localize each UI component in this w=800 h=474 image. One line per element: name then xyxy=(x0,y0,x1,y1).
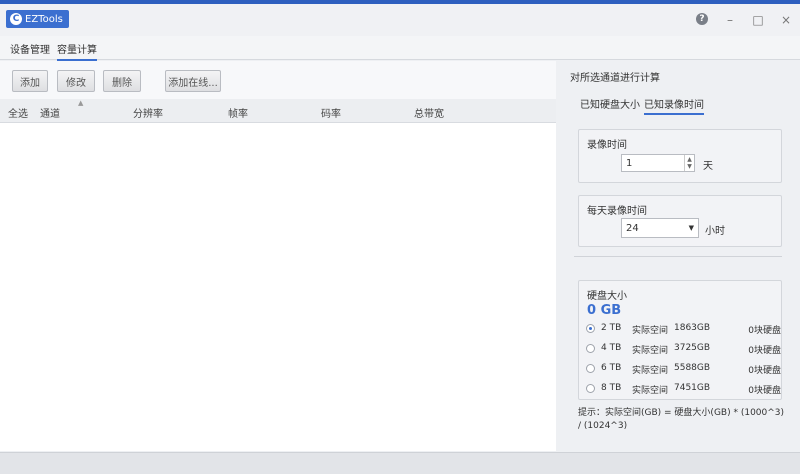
disk-option-row[interactable]: 2 TB 实际空间 1863GB 0块硬盘 xyxy=(586,321,781,337)
calc-panel: 对所选通道进行计算 已知硬盘大小 已知录像时间 录像时间 1 ▲ ▼ 天 每天录像… xyxy=(560,61,800,451)
formula-hint: 提示：实际空间(GB) = 硬盘大小(GB) * (1000^3) / (102… xyxy=(578,408,785,431)
disk-size-result: 0 GB xyxy=(587,303,622,318)
tab-known-disk-size[interactable]: 已知硬盘大小 xyxy=(580,96,640,111)
divider xyxy=(574,256,782,257)
daily-record-group: 每天录像时间 24 ▼ 小时 xyxy=(578,195,782,247)
sort-caret-icon: ▲ xyxy=(78,99,84,107)
column-bitrate[interactable]: 码率 xyxy=(321,105,341,120)
main-tabs: 设备管理 容量计算 xyxy=(0,36,800,61)
record-time-group: 录像时间 1 ▲ ▼ 天 xyxy=(578,129,782,183)
tab-device-management[interactable]: 设备管理 xyxy=(10,41,50,56)
disk-option-space: 1863GB xyxy=(674,323,711,333)
window-controls: ? – □ × xyxy=(696,13,792,27)
disk-option-size: 8 TB xyxy=(601,383,622,393)
select-all-checkbox[interactable]: 全选 xyxy=(8,105,28,120)
toolbar: 添加 修改 删除 添加在线... xyxy=(0,61,556,97)
table-header: 全选 通道 ▲ 分辨率 帧率 码率 总带宽 xyxy=(0,99,556,123)
radio-button[interactable] xyxy=(586,324,595,333)
add-button[interactable]: 添加 xyxy=(12,70,48,92)
disk-option-size: 2 TB xyxy=(601,323,622,333)
disk-option-count: 0块硬盘 xyxy=(748,366,781,376)
daily-record-value: 24 xyxy=(626,223,639,234)
radio-button[interactable] xyxy=(586,344,595,353)
disk-option-space: 5588GB xyxy=(674,363,711,373)
column-total-bandwidth[interactable]: 总带宽 xyxy=(414,105,444,120)
channel-table-body[interactable] xyxy=(0,123,556,451)
disk-size-label: 硬盘大小 xyxy=(587,291,627,302)
disk-option-count: 0块硬盘 xyxy=(748,386,781,396)
disk-option-count: 0块硬盘 xyxy=(748,326,781,336)
app-title-badge: C EZTools xyxy=(6,10,69,28)
calc-panel-title: 对所选通道进行计算 xyxy=(570,73,660,84)
maximize-button[interactable]: □ xyxy=(752,13,764,27)
disk-option-size: 6 TB xyxy=(601,363,622,373)
column-resolution[interactable]: 分辨率 xyxy=(133,105,163,120)
record-time-unit: 天 xyxy=(703,161,713,172)
record-time-label: 录像时间 xyxy=(587,140,627,151)
disk-size-group: 硬盘大小 0 GB 2 TB 实际空间 1863GB 0块硬盘 4 TB 实际空… xyxy=(578,280,782,400)
title-bar: C EZTools ? – □ × xyxy=(0,0,800,36)
tab-capacity-calc[interactable]: 容量计算 xyxy=(57,41,97,61)
disk-option-space-label: 实际空间 xyxy=(632,326,669,336)
column-frame-rate[interactable]: 帧率 xyxy=(228,105,248,120)
app-title: EZTools xyxy=(25,13,63,25)
radio-button[interactable] xyxy=(586,384,595,393)
app-logo-icon: C xyxy=(10,13,22,25)
calc-subtabs: 已知硬盘大小 已知录像时间 xyxy=(574,94,784,115)
daily-record-select[interactable]: 24 ▼ xyxy=(621,218,699,238)
disk-option-space-label: 实际空间 xyxy=(632,346,669,356)
close-button[interactable]: × xyxy=(780,13,792,27)
disk-option-space-label: 实际空间 xyxy=(632,366,669,376)
channel-area: 添加 修改 删除 添加在线... 全选 通道 ▲ 分辨率 帧率 码率 总带宽 xyxy=(0,61,556,451)
spin-arrows-icon[interactable]: ▲ ▼ xyxy=(684,155,694,171)
record-time-spinbox[interactable]: 1 ▲ ▼ xyxy=(621,154,695,172)
help-icon[interactable]: ? xyxy=(696,13,708,25)
disk-option-row[interactable]: 8 TB 实际空间 7451GB 0块硬盘 xyxy=(586,381,781,397)
minimize-button[interactable]: – xyxy=(724,13,736,27)
delete-button[interactable]: 删除 xyxy=(103,70,141,92)
disk-option-space: 7451GB xyxy=(674,383,711,393)
tab-known-record-time[interactable]: 已知录像时间 xyxy=(644,96,704,115)
record-time-value: 1 xyxy=(626,158,633,169)
chevron-down-icon: ▼ xyxy=(688,224,694,232)
disk-option-row[interactable]: 6 TB 实际空间 5588GB 0块硬盘 xyxy=(586,361,781,377)
status-bar xyxy=(0,452,800,474)
disk-option-size: 4 TB xyxy=(601,343,622,353)
add-online-button[interactable]: 添加在线... xyxy=(165,70,221,92)
disk-option-row[interactable]: 4 TB 实际空间 3725GB 0块硬盘 xyxy=(586,341,781,357)
modify-button[interactable]: 修改 xyxy=(57,70,95,92)
daily-record-label: 每天录像时间 xyxy=(587,206,647,217)
disk-option-count: 0块硬盘 xyxy=(748,346,781,356)
daily-record-unit: 小时 xyxy=(705,226,725,237)
column-channel[interactable]: 通道 xyxy=(40,105,60,120)
disk-option-space-label: 实际空间 xyxy=(632,386,669,396)
radio-button[interactable] xyxy=(586,364,595,373)
disk-option-space: 3725GB xyxy=(674,343,711,353)
